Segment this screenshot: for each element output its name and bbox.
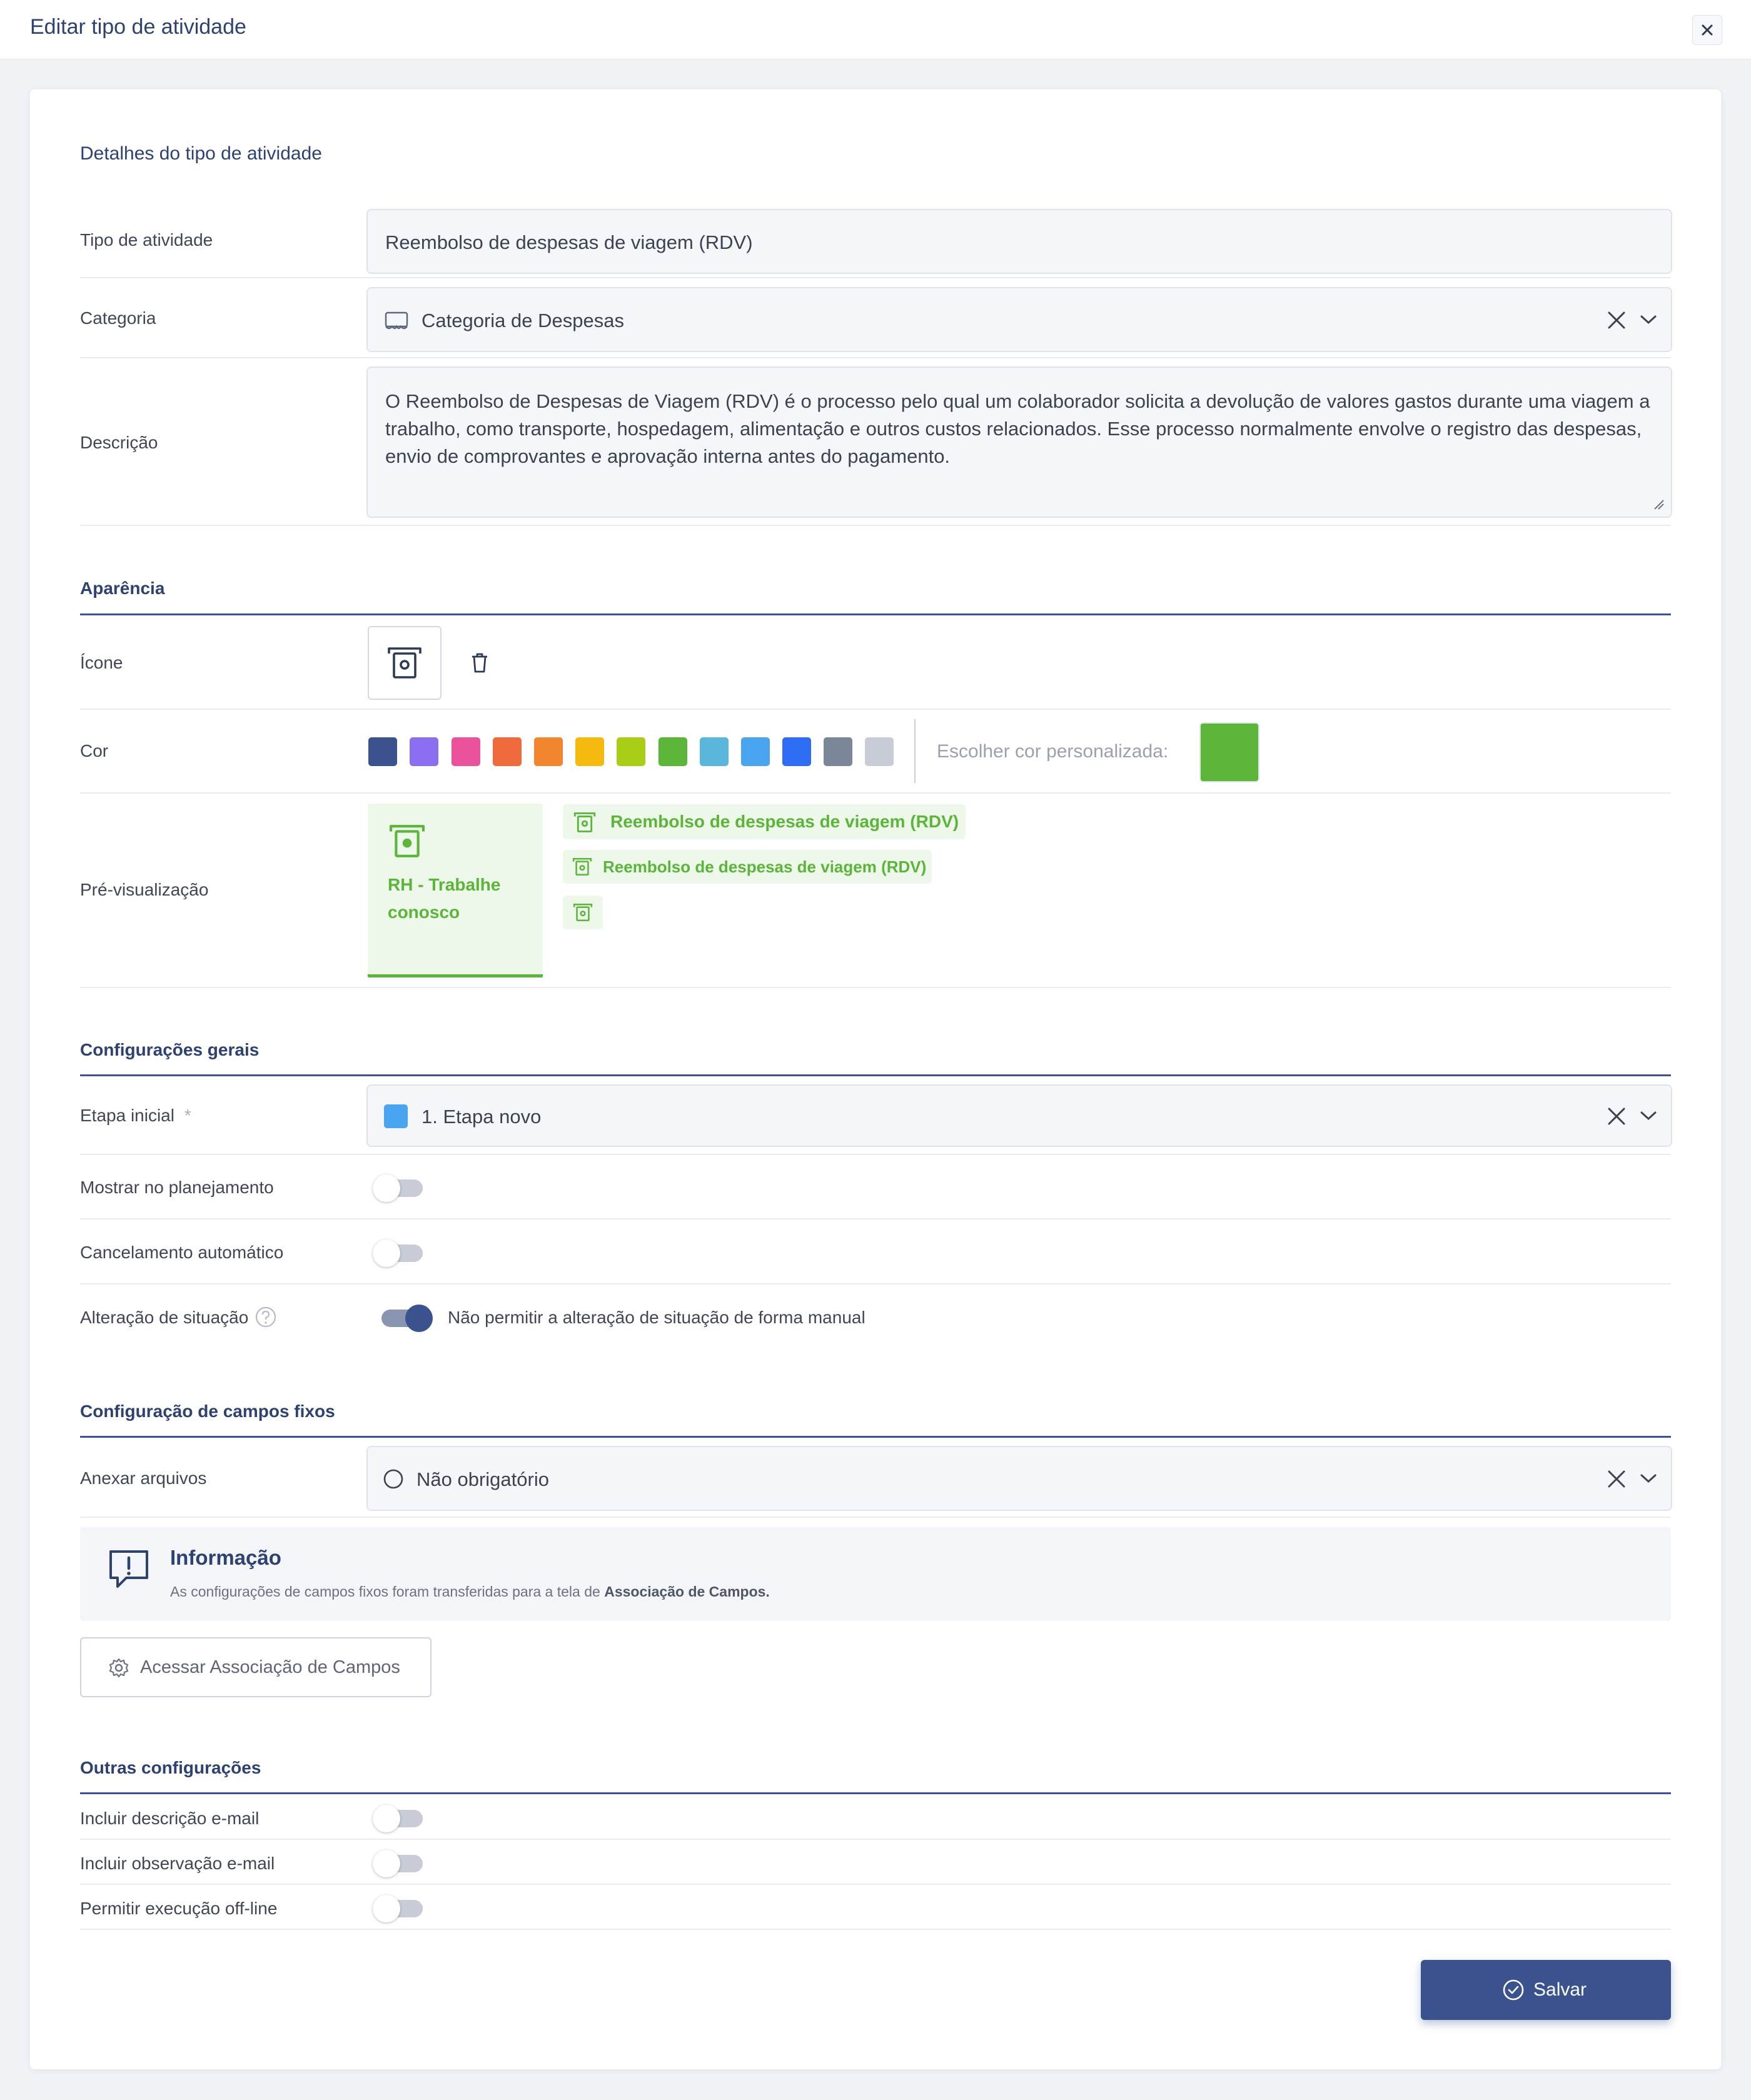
include-description-email-toggle[interactable] xyxy=(373,1804,423,1832)
category-select[interactable]: Categoria de Despesas xyxy=(366,287,1672,352)
atm-cash-icon xyxy=(573,903,593,922)
stage-color-dot xyxy=(384,1104,408,1128)
modal-header: Editar tipo de atividade xyxy=(0,0,1751,59)
custom-color-picker[interactable] xyxy=(1201,724,1258,781)
chevron-down-icon[interactable] xyxy=(1640,313,1657,326)
offline-execution-label: Permitir execução off-line xyxy=(80,1899,278,1918)
preview-chip-large: Reembolso de despesas de viagem (RDV) xyxy=(563,804,966,839)
include-observation-email-toggle[interactable] xyxy=(373,1849,423,1877)
info-box: Informação As configurações de campos fi… xyxy=(80,1527,1671,1621)
category-value: Categoria de Despesas xyxy=(421,310,624,331)
initial-stage-select[interactable]: 1. Etapa novo xyxy=(366,1084,1672,1147)
attach-files-value: Não obrigatório xyxy=(416,1468,549,1490)
save-button[interactable]: Salvar xyxy=(1421,1960,1671,2020)
description-value: O Reembolso de Despesas de Viagem (RDV) … xyxy=(385,390,1650,467)
info-text: As configurações de campos fixos foram t… xyxy=(170,1583,770,1600)
initial-stage-value: 1. Etapa novo xyxy=(421,1106,542,1128)
status-change-text: Não permitir a alteração de situação de … xyxy=(448,1308,865,1327)
auto-cancel-toggle[interactable] xyxy=(373,1238,423,1267)
color-swatch[interactable] xyxy=(824,737,852,766)
atm-cash-icon xyxy=(390,825,425,857)
fixed-fields-section-title: Configuração de campos fixos xyxy=(80,1401,335,1421)
color-swatch[interactable] xyxy=(617,737,645,766)
atm-cash-icon xyxy=(572,857,592,876)
color-swatch[interactable] xyxy=(493,737,522,766)
general-section-title: Configurações gerais xyxy=(80,1040,260,1059)
description-textarea[interactable]: O Reembolso de Despesas de Viagem (RDV) … xyxy=(366,366,1672,518)
trash-icon[interactable] xyxy=(470,652,489,674)
clear-icon[interactable] xyxy=(1607,1470,1626,1488)
status-change-toggle[interactable] xyxy=(381,1303,433,1332)
color-swatch[interactable] xyxy=(534,737,563,766)
close-icon xyxy=(1702,24,1713,36)
color-swatch[interactable] xyxy=(368,737,397,766)
required-mark: * xyxy=(184,1106,191,1125)
auto-cancel-label: Cancelamento automático xyxy=(80,1243,284,1262)
color-swatch[interactable] xyxy=(659,737,687,766)
color-swatch[interactable] xyxy=(575,737,604,766)
info-text-bold: Associação de Campos. xyxy=(604,1583,770,1600)
category-label: Categoria xyxy=(80,308,156,328)
color-swatch[interactable] xyxy=(865,737,894,766)
attach-files-select[interactable]: Não obrigatório xyxy=(366,1446,1672,1511)
alert-message-icon xyxy=(109,1550,148,1588)
access-field-association-button[interactable]: Acessar Associação de Campos xyxy=(80,1637,431,1697)
atm-cash-icon xyxy=(388,647,421,679)
check-circle-icon xyxy=(1503,1979,1524,2001)
description-label: Descrição xyxy=(80,433,158,452)
save-button-label: Salvar xyxy=(1533,1979,1587,2000)
custom-color-label: Escolher cor personalizada: xyxy=(937,741,1169,762)
preview-card: RH - Trabalhe conosco xyxy=(368,804,543,977)
activity-type-value: Reembolso de despesas de viagem (RDV) xyxy=(385,231,753,253)
color-swatch[interactable] xyxy=(700,737,729,766)
appearance-section-title: Aparência xyxy=(80,578,165,598)
modal-title: Editar tipo de atividade xyxy=(30,15,246,39)
activity-type-label: Tipo de atividade xyxy=(80,230,213,250)
color-swatch[interactable] xyxy=(741,737,770,766)
preview-chip-large-text: Reembolso de despesas de viagem (RDV) xyxy=(610,812,959,831)
preview-card-text: RH - Trabalhe conosco xyxy=(388,875,501,922)
access-field-association-label: Acessar Associação de Campos xyxy=(140,1657,400,1677)
resize-handle-icon[interactable] xyxy=(1652,498,1665,510)
color-swatch[interactable] xyxy=(782,737,811,766)
preview-label: Pré-visualização xyxy=(80,880,209,899)
offline-execution-toggle[interactable] xyxy=(373,1894,423,1922)
activity-type-input[interactable]: Reembolso de despesas de viagem (RDV) xyxy=(366,209,1672,274)
category-icon xyxy=(385,311,408,330)
other-section-title: Outras configurações xyxy=(80,1758,261,1777)
clear-icon[interactable] xyxy=(1607,311,1626,330)
atm-cash-icon xyxy=(573,812,596,832)
preview-chip-small-text: Reembolso de despesas de viagem (RDV) xyxy=(603,857,927,876)
chevron-down-icon[interactable] xyxy=(1640,1472,1657,1485)
help-icon[interactable] xyxy=(255,1306,277,1328)
preview-chip-small: Reembolso de despesas de viagem (RDV) xyxy=(563,850,932,884)
circle-icon xyxy=(383,1469,403,1489)
color-divider xyxy=(914,719,916,783)
initial-stage-label: Etapa inicial * xyxy=(80,1106,191,1126)
details-section-title: Detalhes do tipo de atividade xyxy=(80,143,322,164)
color-swatch[interactable] xyxy=(452,737,480,766)
attach-files-label: Anexar arquivos xyxy=(80,1468,207,1488)
status-change-label: Alteração de situação xyxy=(80,1308,249,1327)
chevron-down-icon[interactable] xyxy=(1640,1109,1657,1122)
info-title: Informação xyxy=(170,1546,281,1569)
include-observation-email-label: Incluir observação e-mail xyxy=(80,1854,275,1873)
icon-picker-button[interactable] xyxy=(368,626,442,700)
info-text-plain: As configurações de campos fixos foram t… xyxy=(170,1583,605,1600)
clear-icon[interactable] xyxy=(1607,1107,1626,1126)
icon-label: Ícone xyxy=(80,653,123,672)
color-swatch[interactable] xyxy=(410,737,438,766)
show-planning-label: Mostrar no planejamento xyxy=(80,1178,274,1197)
initial-stage-label-text: Etapa inicial xyxy=(80,1106,174,1125)
gear-icon xyxy=(109,1658,129,1678)
color-label: Cor xyxy=(80,741,109,760)
include-description-email-label: Incluir descrição e-mail xyxy=(80,1809,260,1828)
close-button[interactable] xyxy=(1692,15,1722,45)
show-planning-toggle[interactable] xyxy=(373,1173,423,1202)
preview-chip-icon-only xyxy=(563,896,603,929)
